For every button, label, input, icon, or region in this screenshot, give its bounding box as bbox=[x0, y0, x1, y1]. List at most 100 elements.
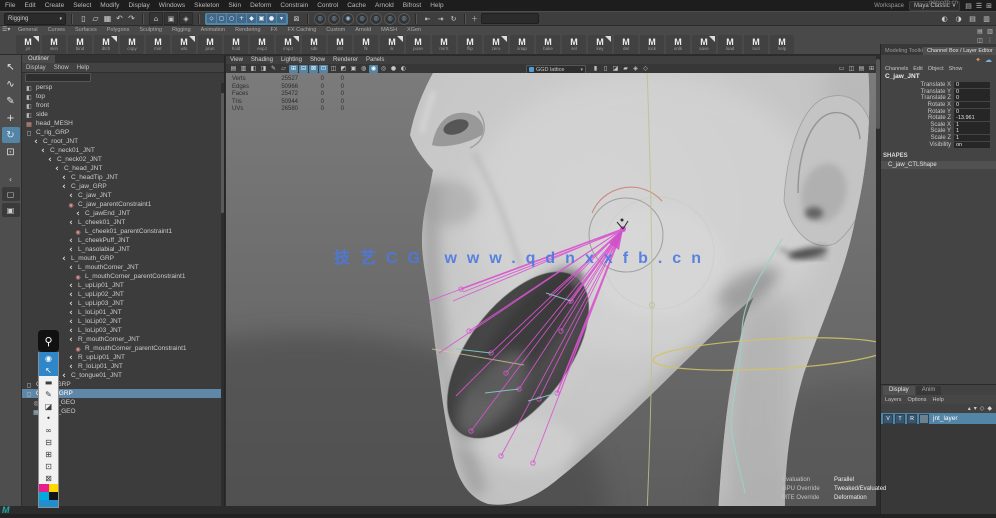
new-empty-layer-icon[interactable]: ◇ bbox=[980, 405, 985, 412]
viewport-toolbar-icon[interactable]: ◨ bbox=[259, 65, 268, 73]
shelf-button[interactable]: M impJ bbox=[276, 35, 300, 54]
channel-box-menu-item[interactable]: Show bbox=[949, 66, 963, 72]
dot-tool-icon[interactable]: • bbox=[39, 412, 58, 424]
channel-value-field[interactable]: -13.961 bbox=[954, 115, 990, 121]
outliner-row[interactable]: C_jaw_GRP bbox=[22, 182, 224, 191]
menu-item[interactable]: Bifrost bbox=[403, 2, 421, 9]
shelf-tab[interactable]: XGen bbox=[407, 27, 421, 33]
outliner-row[interactable]: L_mouth_GRP bbox=[22, 254, 224, 263]
quick-selection-input[interactable] bbox=[481, 13, 539, 24]
shelf-button[interactable]: M skin bbox=[42, 35, 66, 54]
viewport-toolbar-icon[interactable]: ◫ bbox=[847, 65, 856, 73]
mask-misc-icon[interactable]: ▾ bbox=[277, 14, 286, 23]
menu-item[interactable]: Display bbox=[128, 2, 149, 9]
shelf-tab[interactable]: General bbox=[18, 27, 38, 33]
outliner-row[interactable]: persp bbox=[22, 83, 224, 92]
move-tool-icon[interactable]: + bbox=[2, 110, 20, 126]
channel-label[interactable]: Rotate Z bbox=[881, 115, 954, 121]
shelf-button[interactable]: M save bbox=[692, 35, 716, 54]
shelf-button[interactable]: M mirX bbox=[432, 35, 456, 54]
viewport-menu-item[interactable]: Lighting bbox=[281, 57, 302, 63]
shelf-button[interactable]: M prun bbox=[198, 35, 222, 54]
shelf-button[interactable]: M flip bbox=[458, 35, 482, 54]
shelf-button[interactable]: M pose bbox=[406, 35, 430, 54]
shelf-button[interactable]: M jnt bbox=[16, 35, 40, 54]
menu-item[interactable]: Constrain bbox=[280, 2, 308, 9]
outliner-row[interactable]: L_cheekPuff_JNT bbox=[22, 236, 224, 245]
menu-item[interactable]: Create bbox=[45, 2, 65, 9]
viewport-toolbar-icon[interactable]: ▰ bbox=[621, 65, 630, 73]
channel-box-menu-item[interactable]: Channels bbox=[885, 66, 908, 72]
shelf-tab[interactable]: Polygons bbox=[107, 27, 130, 33]
outliner-row[interactable]: L_cheek01_JNT bbox=[22, 218, 224, 227]
viewport-toolbar-icon[interactable]: ◩ bbox=[339, 65, 348, 73]
shelf-tab[interactable]: Animation bbox=[201, 27, 225, 33]
menu-item[interactable]: Windows bbox=[159, 2, 185, 9]
channel-value-field[interactable]: on bbox=[954, 142, 990, 148]
shelf-tab[interactable]: Sculpting bbox=[139, 27, 162, 33]
outliner-row[interactable]: C_jawEnd_JNT bbox=[22, 209, 224, 218]
menu-item[interactable]: Modify bbox=[100, 2, 119, 9]
channel-box-menu-item[interactable]: Object bbox=[928, 66, 944, 72]
viewport-toolbar-icon[interactable]: ▱ bbox=[279, 65, 288, 73]
channel-label[interactable]: Rotate X bbox=[881, 102, 954, 108]
channel-label[interactable]: Translate Y bbox=[881, 89, 954, 95]
layer-menu-item[interactable]: Layers bbox=[885, 397, 902, 403]
viewport-toolbar-icon[interactable]: ◧ bbox=[249, 65, 258, 73]
layer-editor-tab[interactable]: Anim bbox=[916, 386, 942, 395]
shelf-button[interactable]: M mirr bbox=[146, 35, 170, 54]
mask-surfaces-icon[interactable]: + bbox=[237, 14, 246, 23]
viewport-toolbar-icon[interactable]: ⊟ bbox=[299, 65, 308, 73]
shelf-button[interactable]: M bake bbox=[536, 35, 560, 54]
viewport-toolbar-icon[interactable]: ⊞ bbox=[289, 65, 298, 73]
shelf-tab[interactable]: Custom bbox=[326, 27, 345, 33]
channel-label[interactable]: Scale Z bbox=[881, 135, 954, 141]
shelf-button[interactable]: M fk bbox=[354, 35, 378, 54]
snap-curve-icon[interactable]: ◎ bbox=[328, 13, 340, 25]
shelf-button[interactable]: M sel bbox=[562, 35, 586, 54]
hide-panel-tool-icon[interactable]: ◉ bbox=[39, 352, 58, 364]
new-layer-from-selected-icon[interactable]: ◆ bbox=[987, 405, 992, 412]
channel-value-field[interactable]: 1 bbox=[954, 128, 990, 134]
outliner-menu-item[interactable]: Show bbox=[54, 65, 69, 71]
annotation-color-palette[interactable] bbox=[39, 484, 58, 500]
mask-deformers-icon[interactable]: ◆ bbox=[247, 14, 256, 23]
new-scene-icon[interactable]: ▯ bbox=[78, 13, 89, 24]
outliner-row[interactable]: C_jaw_parentConstraint1 bbox=[22, 200, 224, 209]
channel-value-field[interactable]: 0 bbox=[954, 109, 990, 115]
four-pane-layout-icon[interactable]: ▣ bbox=[2, 203, 20, 217]
outliner-row[interactable]: L_mouthCorner_parentConstraint1 bbox=[22, 272, 224, 281]
shelf-button[interactable]: M ctrl bbox=[328, 35, 352, 54]
display-layer-row[interactable]: V T R jnt_layer bbox=[881, 413, 996, 424]
input-connections-icon[interactable]: ⇤ bbox=[422, 13, 433, 24]
viewport-toolbar-icon[interactable]: ◪ bbox=[611, 65, 620, 73]
outliner-row[interactable]: L_cheek01_parentConstraint1 bbox=[22, 227, 224, 236]
viewport-toolbar-icon[interactable]: ⊡ bbox=[319, 65, 328, 73]
palette-swatch[interactable] bbox=[49, 492, 59, 500]
shelf-button[interactable]: M copy bbox=[120, 35, 144, 54]
shape-node-name[interactable]: C_jaw_CTLShape bbox=[881, 161, 996, 169]
outliner-row[interactable]: L_upLip01_JNT bbox=[22, 281, 224, 290]
snap-surface-icon[interactable]: ◎ bbox=[384, 13, 396, 25]
add-field-icon[interactable]: ＋ bbox=[471, 14, 478, 24]
single-pane-layout-icon[interactable]: ▢ bbox=[2, 187, 20, 201]
snap-view-icon[interactable]: ◎ bbox=[370, 13, 382, 25]
outliner-row[interactable]: L_upLip03_JNT bbox=[22, 299, 224, 308]
outliner-row[interactable]: L_loLip01_JNT bbox=[22, 308, 224, 317]
viewport-menu-item[interactable]: View bbox=[230, 57, 243, 63]
annotation-pin-button[interactable]: ⚲ bbox=[38, 330, 59, 352]
highlighter-tool-icon[interactable]: ▬ bbox=[39, 376, 58, 388]
outliner-row[interactable]: C_head_JNT bbox=[22, 164, 224, 173]
lock-icon[interactable]: ⊠ bbox=[291, 13, 302, 24]
snap-projected-icon[interactable]: ◎ bbox=[356, 13, 368, 25]
shelf-button[interactable]: M load bbox=[718, 35, 742, 54]
shelf-tab[interactable]: MASH bbox=[381, 27, 397, 33]
viewport-toolbar-icon[interactable]: ▥ bbox=[239, 65, 248, 73]
shelf-button[interactable]: M unlk bbox=[666, 35, 690, 54]
viewport-toolbar-icon[interactable]: ▤ bbox=[857, 65, 866, 73]
rings-tool-icon[interactable]: ∞ bbox=[39, 424, 58, 436]
viewport-menu-item[interactable]: Shading bbox=[251, 57, 273, 63]
toolbox-collapse-icon[interactable]: ‹ bbox=[9, 175, 12, 184]
move-layer-up-icon[interactable]: ▴ bbox=[968, 405, 971, 412]
select-tool-icon[interactable]: ↖ bbox=[2, 59, 20, 75]
